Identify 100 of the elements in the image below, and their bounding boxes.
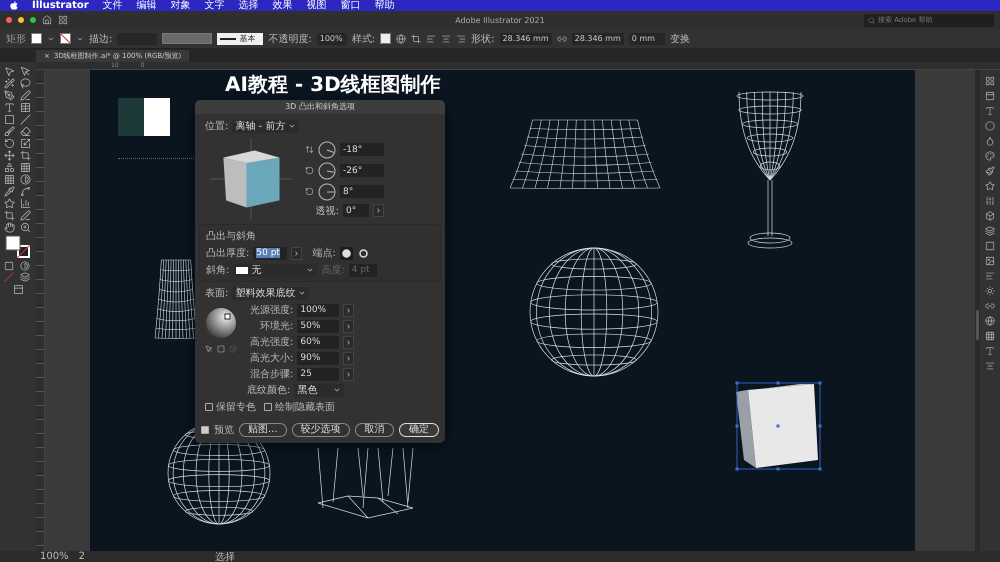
- lighting-field[interactable]: 50%: [297, 320, 340, 332]
- star-icon[interactable]: [985, 181, 995, 191]
- axis-icon[interactable]: [305, 145, 314, 154]
- position-dropdown[interactable]: 离轴 - 前方: [232, 120, 300, 132]
- stepper-button[interactable]: [343, 336, 354, 348]
- chevron-right-icon[interactable]: [345, 322, 352, 330]
- preview-checkbox[interactable]: [201, 426, 209, 434]
- hand-icon[interactable]: [4, 222, 15, 233]
- axis-icon[interactable]: [305, 166, 314, 175]
- align-left-icon[interactable]: [426, 34, 436, 44]
- draw-mode-icon[interactable]: [20, 272, 30, 282]
- chevron-right-icon[interactable]: [293, 250, 300, 256]
- dialog-button[interactable]: 贴图...: [239, 423, 287, 437]
- stepper-button[interactable]: [343, 352, 354, 364]
- rotation-dial[interactable]: [318, 182, 336, 200]
- lighting-sphere[interactable]: [205, 307, 237, 339]
- rotation-dial[interactable]: [318, 162, 336, 180]
- chevron-right-icon[interactable]: [375, 207, 382, 214]
- symbol-icon[interactable]: [4, 198, 15, 209]
- search-icon[interactable]: [868, 16, 875, 24]
- dropdown-caret-icon[interactable]: [306, 266, 314, 274]
- menu-item[interactable]: 编辑: [136, 0, 157, 11]
- pen-icon[interactable]: [4, 90, 15, 101]
- pointer-icon[interactable]: [20, 66, 31, 77]
- chevron-right-icon[interactable]: [345, 354, 352, 362]
- box-icon[interactable]: [985, 211, 995, 221]
- chevron-right-icon[interactable]: [345, 338, 352, 346]
- brush-icon[interactable]: [985, 166, 995, 176]
- corner-field[interactable]: 0 mm: [628, 32, 665, 44]
- dialog-button[interactable]: 确定: [399, 423, 440, 437]
- sliders-icon[interactable]: [985, 196, 995, 206]
- style-swatch[interactable]: [380, 33, 392, 44]
- dialog-button[interactable]: 较少选项: [292, 423, 350, 437]
- dropdown-caret-icon[interactable]: [333, 386, 342, 394]
- rotation-field[interactable]: 8°: [340, 185, 384, 198]
- grid-icon[interactable]: [985, 76, 995, 86]
- menu-item[interactable]: 视图: [306, 0, 327, 11]
- mesh-icon[interactable]: [4, 174, 15, 185]
- stepper-button[interactable]: [343, 304, 354, 316]
- cap-button[interactable]: [356, 246, 370, 260]
- workspace-icon[interactable]: [58, 15, 68, 25]
- lasso-icon[interactable]: [20, 78, 31, 89]
- stepper-button[interactable]: [343, 368, 354, 380]
- shapes-icon[interactable]: [4, 162, 15, 173]
- dropdown-caret-icon[interactable]: [298, 289, 306, 297]
- drop-icon[interactable]: [985, 136, 995, 146]
- transform-link[interactable]: 变换: [670, 32, 690, 46]
- apple-logo-icon[interactable]: [10, 1, 18, 10]
- opacity-field[interactable]: 100%: [316, 32, 347, 44]
- home-icon[interactable]: [42, 15, 52, 25]
- lighting-field[interactable]: 100%: [297, 304, 340, 316]
- eyedropper-icon[interactable]: [4, 186, 15, 197]
- artboard-number-field[interactable]: 2: [78, 551, 85, 562]
- grid-icon[interactable]: [985, 331, 995, 341]
- none-icon[interactable]: [4, 272, 14, 282]
- type-icon[interactable]: [985, 346, 995, 356]
- cap-button[interactable]: [340, 246, 353, 260]
- fill-swatch[interactable]: [31, 33, 42, 44]
- crop-icon[interactable]: [20, 150, 31, 161]
- checkbox[interactable]: [205, 403, 213, 411]
- sun-icon[interactable]: [985, 286, 995, 296]
- menu-item[interactable]: 对象: [170, 0, 191, 11]
- shading-dropdown[interactable]: 黑色: [294, 384, 344, 396]
- brush-field[interactable]: 基本: [217, 32, 264, 44]
- align-icon[interactable]: [985, 361, 995, 371]
- lighting-field[interactable]: 25: [297, 368, 340, 380]
- app-menu[interactable]: Illustrator: [32, 0, 89, 11]
- rotation-dial[interactable]: [318, 140, 336, 158]
- chevron-right-icon[interactable]: [345, 370, 352, 378]
- lighting-field[interactable]: 60%: [297, 336, 340, 348]
- rectangle-icon[interactable]: [4, 114, 15, 125]
- rotation-field[interactable]: -26°: [340, 164, 384, 177]
- wand-icon[interactable]: [4, 78, 15, 89]
- surface-dropdown[interactable]: 塑料效果底纹: [232, 286, 310, 300]
- dropdown-caret-icon[interactable]: [288, 122, 296, 130]
- stepper-button[interactable]: [373, 204, 384, 217]
- globe-icon[interactable]: [985, 316, 995, 326]
- type-icon[interactable]: [4, 102, 15, 113]
- height-field[interactable]: 28.346 mm: [572, 32, 624, 44]
- eraser-icon[interactable]: [20, 126, 31, 137]
- depth-field[interactable]: 50 pt: [253, 246, 288, 260]
- axis-icon[interactable]: [305, 187, 314, 196]
- bevel-dropdown[interactable]: 无: [233, 264, 318, 276]
- align-right-icon[interactable]: [456, 34, 466, 44]
- gradient-icon[interactable]: [20, 174, 31, 185]
- type-icon[interactable]: [985, 106, 995, 116]
- menu-item[interactable]: 帮助: [374, 0, 395, 11]
- align-center-icon[interactable]: [441, 34, 452, 44]
- table-icon[interactable]: [20, 102, 31, 113]
- new-light-icon[interactable]: [217, 345, 225, 353]
- stepper-button[interactable]: [291, 246, 302, 260]
- move-icon[interactable]: [4, 150, 15, 161]
- fill-stroke-swatches[interactable]: [5, 235, 31, 259]
- rotation-field[interactable]: -18°: [340, 143, 384, 156]
- rotate-icon[interactable]: [4, 138, 15, 149]
- chevron-right-icon[interactable]: [345, 306, 352, 314]
- circle-icon[interactable]: [985, 121, 995, 131]
- color-icon[interactable]: [4, 261, 14, 271]
- blend-icon[interactable]: [20, 186, 31, 197]
- width-field[interactable]: 28.346 mm: [500, 32, 552, 44]
